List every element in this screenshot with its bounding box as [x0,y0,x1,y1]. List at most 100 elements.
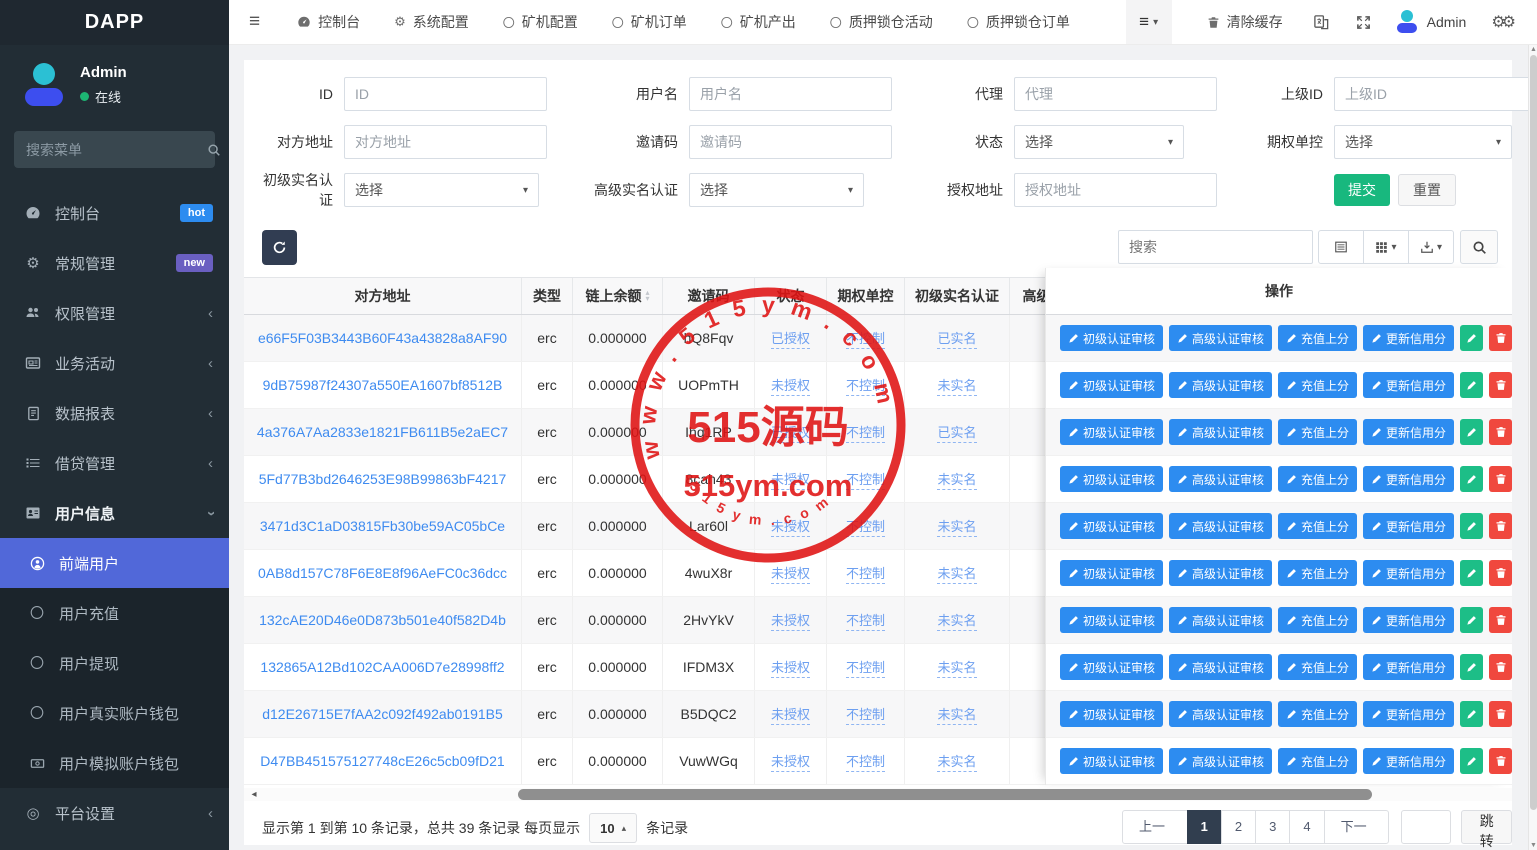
primary-audit-button[interactable]: 初级认证审核 [1060,466,1163,492]
recharge-points-button[interactable]: 充值上分 [1278,607,1357,633]
edit-button[interactable] [1460,607,1483,633]
status-link[interactable]: 未授权 [771,563,810,584]
address-link[interactable]: 0AB8d157C78F6E8E8f96AeFC0c36dcc [258,565,507,581]
update-credit-button[interactable]: 更新信用分 [1363,560,1454,586]
update-credit-button[interactable]: 更新信用分 [1363,701,1454,727]
horizontal-scrollbar-thumb[interactable] [518,789,1372,800]
nav-item-system-config[interactable]: ⚙ 系统配置 [394,12,469,32]
nav-item-miner-output[interactable]: 〇 矿机产出 [721,12,796,32]
advanced-audit-button[interactable]: 高级认证审核 [1169,654,1272,680]
header-balance[interactable]: 链上余额▴▾ [573,278,663,314]
delete-button[interactable] [1489,419,1512,445]
nav-item-pledge-orders[interactable]: 〇 质押锁仓订单 [967,12,1070,32]
primary-audit-button[interactable]: 初级认证审核 [1060,325,1163,351]
primary-audit-button[interactable]: 初级认证审核 [1060,372,1163,398]
status-link[interactable]: 已授权 [771,328,810,349]
sidebar-item-user-info[interactable]: 用户信息 ‹ [0,488,229,538]
delete-button[interactable] [1489,466,1512,492]
nav-item-pledge-activity[interactable]: 〇 质押锁仓活动 [830,12,933,32]
horizontal-scrollbar[interactable]: ◂ [244,788,1512,801]
status-link[interactable]: 已授权 [771,422,810,443]
sidebar-item-general[interactable]: ⚙ 常规管理 new [0,238,229,288]
update-credit-button[interactable]: 更新信用分 [1363,325,1454,351]
recharge-points-button[interactable]: 充值上分 [1278,560,1357,586]
export-button[interactable]: ▾ [1408,230,1454,264]
invite-code-filter-input[interactable] [689,125,892,159]
primary-kyc-link[interactable]: 未实名 [937,751,976,772]
delete-button[interactable] [1489,748,1512,774]
scroll-up-arrow[interactable]: ▲ [1529,46,1537,53]
page-size-dropdown[interactable]: 10▴ [589,813,637,843]
address-link[interactable]: 132865A12Bd102CAA006D7e28998ff2 [260,659,504,675]
update-credit-button[interactable]: 更新信用分 [1363,607,1454,633]
recharge-points-button[interactable]: 充值上分 [1278,372,1357,398]
edit-button[interactable] [1460,372,1483,398]
id-filter-input[interactable] [344,77,547,111]
delete-button[interactable] [1489,607,1512,633]
primary-kyc-link[interactable]: 已实名 [937,422,976,443]
edit-button[interactable] [1460,466,1483,492]
primary-audit-button[interactable]: 初级认证审核 [1060,701,1163,727]
delete-button[interactable] [1489,654,1512,680]
prev-page-button[interactable]: 上一页 [1122,810,1188,844]
scroll-down-arrow[interactable]: ▼ [1529,842,1537,849]
recharge-points-button[interactable]: 充值上分 [1278,654,1357,680]
advanced-audit-button[interactable]: 高级认证审核 [1169,560,1272,586]
primary-kyc-link[interactable]: 未实名 [937,610,976,631]
reset-button[interactable]: 重置 [1398,174,1456,206]
delete-button[interactable] [1489,513,1512,539]
sidebar-item-real-wallet[interactable]: 〇 用户真实账户钱包 [0,688,229,738]
address-link[interactable]: 5Fd77B3bd2646253E98B99863bF4217 [259,471,507,487]
search-button[interactable] [1460,230,1498,264]
delete-button[interactable] [1489,372,1512,398]
update-credit-button[interactable]: 更新信用分 [1363,513,1454,539]
nav-item-miner-config[interactable]: 〇 矿机配置 [503,12,578,32]
status-link[interactable]: 未授权 [771,657,810,678]
address-link[interactable]: 3471d3C1aD03815Fb30be59AC05bCe [260,518,505,534]
edit-button[interactable] [1460,560,1483,586]
sidebar-item-console[interactable]: 控制台 hot [0,188,229,238]
sidebar-item-business[interactable]: 业务活动 ‹ [0,338,229,388]
nav-menu-dropdown[interactable]: ≡ ▾ [1126,0,1172,44]
update-credit-button[interactable]: 更新信用分 [1363,419,1454,445]
sidebar-item-frontend-users[interactable]: 前端用户 [0,538,229,588]
primary-kyc-link[interactable]: 未实名 [937,469,976,490]
sidebar-item-demo-wallet[interactable]: 用户模拟账户钱包 [0,738,229,788]
option-control-filter-select[interactable]: 选择▾ [1334,125,1512,159]
jump-page-input[interactable] [1401,810,1451,844]
option-control-link[interactable]: 不控制 [846,610,885,631]
sidebar-item-platform-settings[interactable]: ◎ 平台设置 ‹ [0,788,229,838]
delete-button[interactable] [1489,325,1512,351]
vertical-scrollbar-thumb[interactable] [1530,55,1537,810]
status-link[interactable]: 未授权 [771,610,810,631]
option-control-link[interactable]: 不控制 [846,751,885,772]
advanced-audit-button[interactable]: 高级认证审核 [1169,372,1272,398]
option-control-link[interactable]: 不控制 [846,563,885,584]
status-link[interactable]: 未授权 [771,704,810,725]
recharge-points-button[interactable]: 充值上分 [1278,325,1357,351]
sidebar-item-user-recharge[interactable]: 〇 用户充值 [0,588,229,638]
option-control-link[interactable]: 不控制 [846,328,885,349]
option-control-link[interactable]: 不控制 [846,422,885,443]
primary-audit-button[interactable]: 初级认证审核 [1060,513,1163,539]
primary-kyc-link[interactable]: 未实名 [937,563,976,584]
update-credit-button[interactable]: 更新信用分 [1363,466,1454,492]
advanced-audit-button[interactable]: 高级认证审核 [1169,513,1272,539]
vertical-scrollbar[interactable]: ▲ ▼ [1528,45,1537,850]
table-search-input[interactable] [1118,230,1313,264]
columns-button[interactable]: ▾ [1363,230,1409,264]
sidebar-item-permissions[interactable]: 权限管理 ‹ [0,288,229,338]
nav-item-miner-orders[interactable]: 〇 矿机订单 [612,12,687,32]
option-control-link[interactable]: 不控制 [846,375,885,396]
address-link[interactable]: 132cAE20D46e0D873b501e40f582D4b [259,612,506,628]
page-button-1[interactable]: 1 [1187,810,1222,844]
sidebar-item-lending[interactable]: 借贷管理 ‹ [0,438,229,488]
edit-button[interactable] [1460,654,1483,680]
translate-icon[interactable] [1313,14,1330,31]
option-control-link[interactable]: 不控制 [846,657,885,678]
fullscreen-icon[interactable] [1356,15,1371,30]
settings-gears-icon[interactable]: ⚙⚙ [1491,12,1512,32]
parent-id-filter-input[interactable] [1334,77,1537,111]
address-link[interactable]: 4a376A7Aa2833e1821FB611B5e2aEC7 [257,424,508,440]
primary-audit-button[interactable]: 初级认证审核 [1060,607,1163,633]
